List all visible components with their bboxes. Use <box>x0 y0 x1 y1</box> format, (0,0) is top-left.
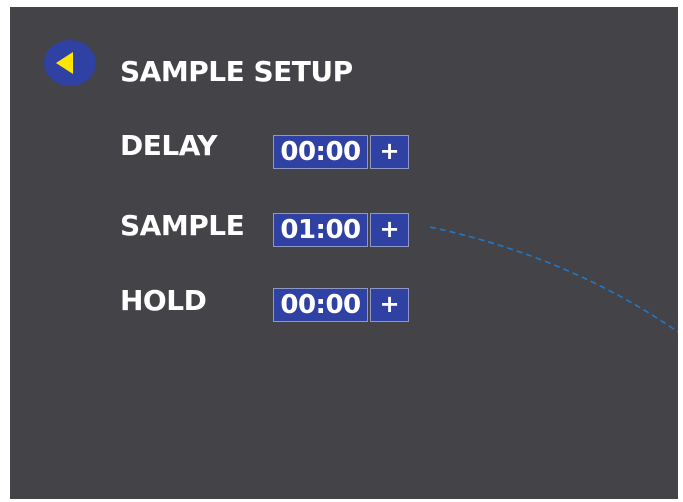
delay-time-field[interactable]: 00:00 <box>273 135 368 169</box>
delay-increment-button[interactable]: + <box>370 135 409 169</box>
delay-label: DELAY <box>120 129 217 162</box>
back-arrow-icon <box>56 52 73 74</box>
hold-time-field[interactable]: 00:00 <box>273 288 368 322</box>
sample-setup-screen: SAMPLE SETUP DELAY 00:00 + SAMPLE 01:00 … <box>10 7 678 499</box>
page-title: SAMPLE SETUP <box>120 55 353 88</box>
sample-time-field[interactable]: 01:00 <box>273 213 368 247</box>
sample-increment-button[interactable]: + <box>370 213 409 247</box>
hold-increment-button[interactable]: + <box>370 288 409 322</box>
back-button[interactable] <box>44 40 96 86</box>
sample-label: SAMPLE <box>120 209 245 242</box>
hold-label: HOLD <box>120 284 207 317</box>
